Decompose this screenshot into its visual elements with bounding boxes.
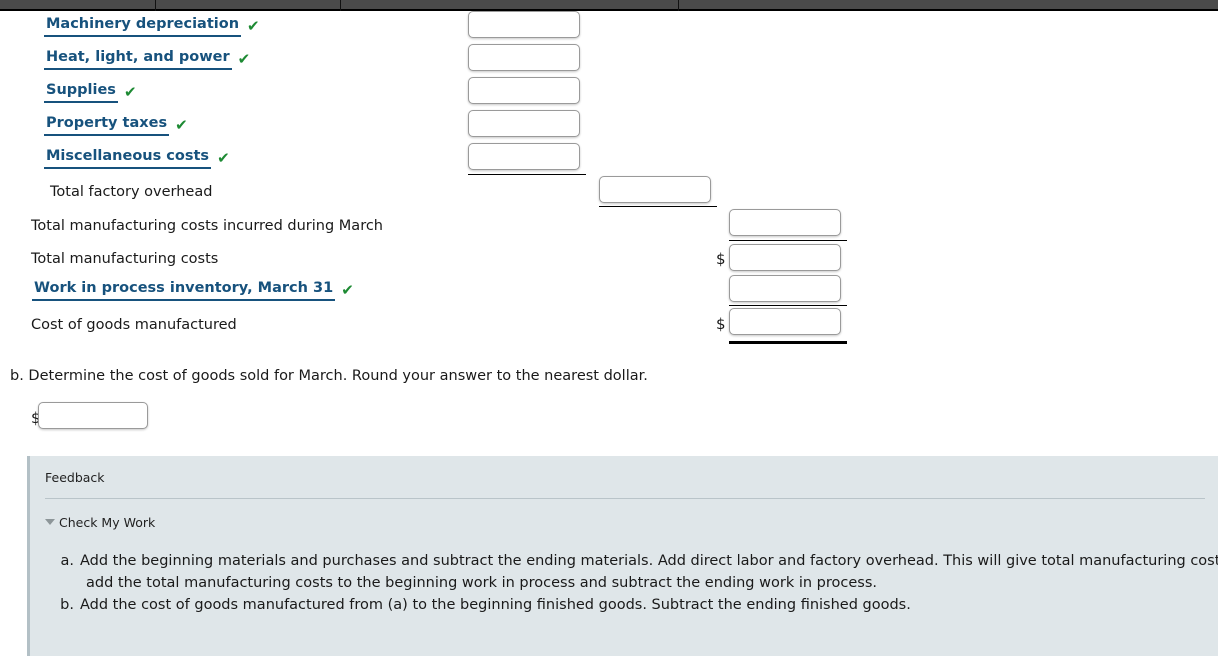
- subtotal-rule-factory-overhead: [599, 206, 717, 207]
- list-item-continuation: add the total manufacturing costs to the…: [86, 575, 877, 591]
- check-my-work-toggle[interactable]: Check My Work: [45, 515, 155, 530]
- label-total-mfg-costs: Total manufacturing costs: [31, 251, 219, 267]
- label-cost-of-goods-manufactured: Cost of goods manufactured: [31, 317, 237, 333]
- row-miscellaneous-costs: Miscellaneous costs ✔: [44, 144, 230, 172]
- label-supplies[interactable]: Supplies: [44, 81, 118, 103]
- feedback-divider: [45, 498, 1205, 499]
- subtotal-rule-wip: [729, 305, 847, 306]
- check-my-work-label: Check My Work: [59, 515, 156, 530]
- input-total-mfg-costs-incurred[interactable]: [729, 209, 841, 236]
- list-item: a. Add the beginning materials and purch…: [58, 550, 1218, 572]
- label-property-taxes[interactable]: Property taxes: [44, 114, 170, 136]
- input-supplies[interactable]: [468, 77, 580, 104]
- list-item: b. Add the cost of goods manufactured fr…: [58, 594, 1218, 616]
- label-machinery-depreciation[interactable]: Machinery depreciation: [44, 15, 242, 37]
- check-icon: ✔: [123, 83, 137, 101]
- total-rule-bottom: [729, 341, 847, 344]
- subtotal-rule-incurred: [729, 240, 847, 241]
- check-icon: ✔: [247, 17, 260, 35]
- row-wip-march-31: Work in process inventory, March 31 ✔: [32, 276, 354, 304]
- dollar-sign-total-mfg-costs: $: [716, 250, 726, 268]
- list-item-marker: a.: [60, 553, 75, 569]
- row-total-mfg-costs-incurred: Total manufacturing costs incurred durin…: [31, 212, 383, 240]
- list-item-text: Add the cost of goods manufactured from …: [80, 597, 911, 613]
- page-root: Machinery depreciation ✔ Heat, light, an…: [0, 0, 1218, 661]
- dollar-sign-cost-of-goods-manufactured: $: [716, 315, 726, 333]
- feedback-panel: Feedback Check My Work a. Add the beginn…: [27, 456, 1218, 656]
- browser-top-bar: [0, 0, 1218, 11]
- row-supplies: Supplies ✔: [44, 78, 137, 106]
- input-cost-of-goods-sold[interactable]: [38, 402, 148, 429]
- input-miscellaneous-costs[interactable]: [468, 143, 580, 170]
- input-wip-march-31[interactable]: [729, 275, 841, 302]
- row-total-factory-overhead: Total factory overhead: [50, 178, 212, 206]
- input-heat-light-power[interactable]: [468, 44, 580, 71]
- row-total-mfg-costs: Total manufacturing costs: [31, 245, 218, 273]
- label-total-factory-overhead: Total factory overhead: [50, 184, 213, 200]
- label-heat-light-power[interactable]: Heat, light, and power: [44, 48, 232, 70]
- list-item-text: Add the beginning materials and purchase…: [80, 553, 1218, 569]
- top-bar-divider-1: [155, 0, 156, 11]
- label-wip-march-31[interactable]: Work in process inventory, March 31: [32, 279, 336, 301]
- check-icon: ✔: [237, 50, 251, 68]
- top-bar-divider-2: [340, 0, 341, 11]
- label-total-mfg-costs-incurred: Total manufacturing costs incurred durin…: [31, 218, 383, 234]
- check-icon: ✔: [341, 281, 354, 299]
- label-miscellaneous-costs[interactable]: Miscellaneous costs: [44, 147, 212, 169]
- input-total-factory-overhead[interactable]: [599, 176, 711, 203]
- feedback-title: Feedback: [45, 470, 105, 485]
- part-b-prompt: b. Determine the cost of goods sold for …: [10, 368, 648, 384]
- input-property-taxes[interactable]: [468, 110, 580, 137]
- subtotal-rule-overhead: [468, 174, 586, 175]
- chevron-down-icon: [45, 518, 55, 525]
- row-property-taxes: Property taxes ✔: [44, 111, 188, 139]
- input-total-mfg-costs[interactable]: [729, 244, 841, 271]
- row-cost-of-goods-manufactured: Cost of goods manufactured: [31, 311, 237, 339]
- check-my-work-list: a. Add the beginning materials and purch…: [58, 550, 1218, 616]
- input-cost-of-goods-manufactured[interactable]: [729, 308, 841, 335]
- list-item-marker: b.: [60, 597, 74, 613]
- top-bar-divider-3: [678, 0, 679, 11]
- check-icon: ✔: [217, 149, 230, 167]
- input-machinery-depreciation[interactable]: [468, 11, 580, 38]
- row-machinery-depreciation: Machinery depreciation ✔: [44, 12, 260, 40]
- row-heat-light-power: Heat, light, and power ✔: [44, 45, 250, 73]
- check-icon: ✔: [175, 116, 188, 134]
